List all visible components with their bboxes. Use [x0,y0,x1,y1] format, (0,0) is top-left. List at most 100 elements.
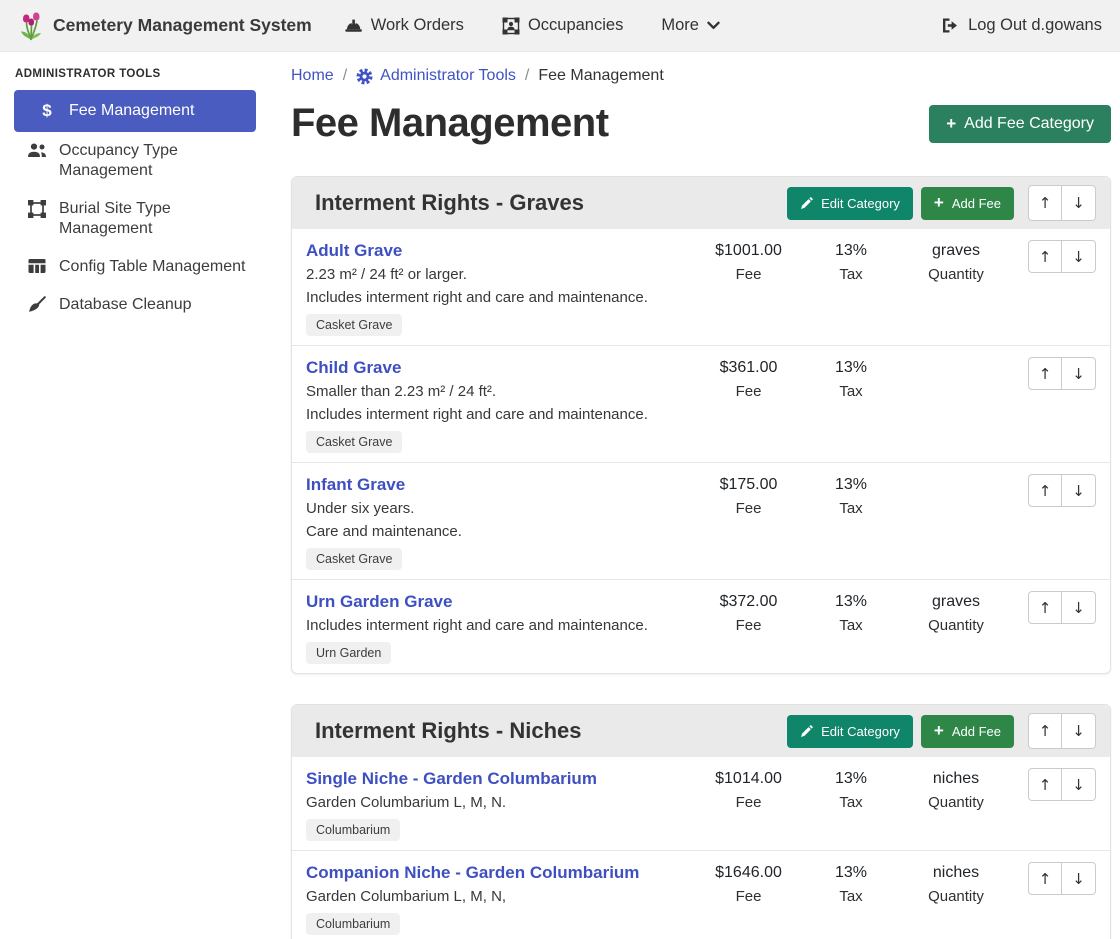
move-fee-down-button[interactable]: ↓ [1062,357,1096,390]
fee-name-link[interactable]: Urn Garden Grave [306,591,452,613]
fee-reorder-group: ↑ ↓ [1028,240,1096,273]
page-title: Fee Management [291,101,609,146]
move-fee-up-button[interactable]: ↑ [1028,591,1062,624]
fee-description-2: Includes interment right and care and ma… [306,288,691,308]
fee-amount: $1646.00 [691,862,806,884]
fee-quantity-label: Quantity [896,266,1016,283]
fee-amount: $1001.00 [691,240,806,262]
fee-name-link[interactable]: Adult Grave [306,240,402,262]
fee-name-link[interactable]: Single Niche - Garden Columbarium [306,768,597,790]
add-fee-category-button[interactable]: + Add Fee Category [929,105,1111,143]
sidebar-item-database-cleanup[interactable]: Database Cleanup [14,286,256,324]
fee-name-link[interactable]: Companion Niche - Garden Columbarium [306,862,639,884]
move-fee-down-button[interactable]: ↓ [1062,474,1096,507]
plus-icon: + [934,197,944,209]
breadcrumb-admin-link[interactable]: Administrator Tools [356,67,516,85]
pencil-icon [800,725,813,738]
move-fee-up-button[interactable]: ↑ [1028,357,1062,390]
add-fee-button[interactable]: + Add Fee [921,715,1014,748]
fee-quantity-label: Quantity [896,888,1016,905]
sidebar-item-burial-site-type[interactable]: Burial Site Type Management [14,190,256,248]
fee-description-1: 2.23 m² / 24 ft² or larger. [306,265,691,285]
up-arrow-icon: ↑ [1039,870,1052,888]
logout-button[interactable]: Log Out d.gowans [940,16,1102,35]
hard-hat-icon [344,17,363,34]
sidebar-item-occupancy-type[interactable]: Occupancy Type Management [14,132,256,190]
add-fee-label: Add Fee [952,724,1001,739]
fee-amount-label: Fee [691,888,806,905]
app-brand[interactable]: Cemetery Management System [18,11,312,41]
fee-type-badge: Urn Garden [306,642,391,664]
move-category-down-button[interactable]: ↓ [1062,713,1096,749]
fee-tax-label: Tax [806,888,896,905]
fee-quantity-label: Quantity [896,617,1016,634]
main-nav: Work Orders Occupancies [344,16,720,35]
gear-icon [356,68,373,85]
move-category-up-button[interactable]: ↑ [1028,713,1062,749]
fee-amount: $175.00 [691,474,806,496]
fee-category-card: Interment Rights - Niches Edit Category … [291,704,1111,939]
edit-category-button[interactable]: Edit Category [787,715,913,748]
fee-name-link[interactable]: Child Grave [306,357,401,379]
move-category-down-button[interactable]: ↓ [1062,185,1096,221]
fee-description-1: Smaller than 2.23 m² / 24 ft². [306,382,691,402]
nav-occupancies-label: Occupancies [528,16,623,35]
move-fee-down-button[interactable]: ↓ [1062,591,1096,624]
fee-type-badge: Columbarium [306,819,400,841]
fee-name-link[interactable]: Infant Grave [306,474,405,496]
main-content: Home / Administrator Tools / Fee Managem… [268,52,1120,939]
nav-occupancies[interactable]: Occupancies [502,16,623,35]
users-icon [26,142,48,158]
fee-tax-col: 13% Tax [806,768,896,811]
fee-amount-label: Fee [691,383,806,400]
fee-tax-label: Tax [806,617,896,634]
fee-list: Single Niche - Garden Columbarium Garden… [292,757,1110,939]
category-title: Interment Rights - Niches [315,718,581,744]
fee-row: Child Grave Smaller than 2.23 m² / 24 ft… [292,345,1110,462]
down-arrow-icon: ↓ [1072,722,1085,740]
fee-type-badge: Columbarium [306,913,400,935]
move-category-up-button[interactable]: ↑ [1028,185,1062,221]
move-fee-up-button[interactable]: ↑ [1028,240,1062,273]
move-fee-down-button[interactable]: ↓ [1062,240,1096,273]
sidebar-item-config-table[interactable]: Config Table Management [14,248,256,286]
fee-main-cell: Single Niche - Garden Columbarium Garden… [306,768,691,841]
fee-main-cell: Infant Grave Under six years. Care and m… [306,474,691,570]
sidebar-item-fee-management[interactable]: $ Fee Management [14,90,256,132]
fee-quantity-col: graves Quantity [896,591,1016,634]
move-fee-down-button[interactable]: ↓ [1062,768,1096,801]
up-arrow-icon: ↑ [1039,776,1052,794]
move-fee-up-button[interactable]: ↑ [1028,474,1062,507]
fee-tax: 13% [806,768,896,790]
fee-amount-label: Fee [691,266,806,283]
breadcrumb-separator: / [525,67,529,85]
move-fee-up-button[interactable]: ↑ [1028,862,1062,895]
fee-amount-col: $1646.00 Fee [691,862,806,905]
add-fee-label: Add Fee [952,196,1001,211]
nav-work-orders[interactable]: Work Orders [344,16,464,35]
down-arrow-icon: ↓ [1072,194,1085,212]
breadcrumb-home-link[interactable]: Home [291,67,334,85]
edit-category-button[interactable]: Edit Category [787,187,913,220]
move-fee-up-button[interactable]: ↑ [1028,768,1062,801]
add-fee-button[interactable]: + Add Fee [921,187,1014,220]
fee-tax-label: Tax [806,266,896,283]
breadcrumb-admin-label: Administrator Tools [380,67,516,85]
fee-quantity: graves [896,591,1016,613]
move-fee-down-button[interactable]: ↓ [1062,862,1096,895]
fee-reorder-group: ↑ ↓ [1028,768,1096,801]
fee-type-badge: Casket Grave [306,314,402,336]
breadcrumb-current: Fee Management [538,67,663,85]
fee-row: Adult Grave 2.23 m² / 24 ft² or larger. … [292,229,1110,345]
fee-amount: $361.00 [691,357,806,379]
fee-tax-col: 13% Tax [806,240,896,283]
nav-more[interactable]: More [661,16,720,35]
sidebar-heading: ADMINISTRATOR TOOLS [15,68,256,80]
sidebar-item-label: Fee Management [69,101,194,121]
vector-square-icon [26,200,48,218]
fee-amount-label: Fee [691,500,806,517]
fee-type-badge: Casket Grave [306,548,402,570]
up-arrow-icon: ↑ [1039,365,1052,383]
fee-reorder-group: ↑ ↓ [1028,591,1096,624]
fee-type-badge: Casket Grave [306,431,402,453]
